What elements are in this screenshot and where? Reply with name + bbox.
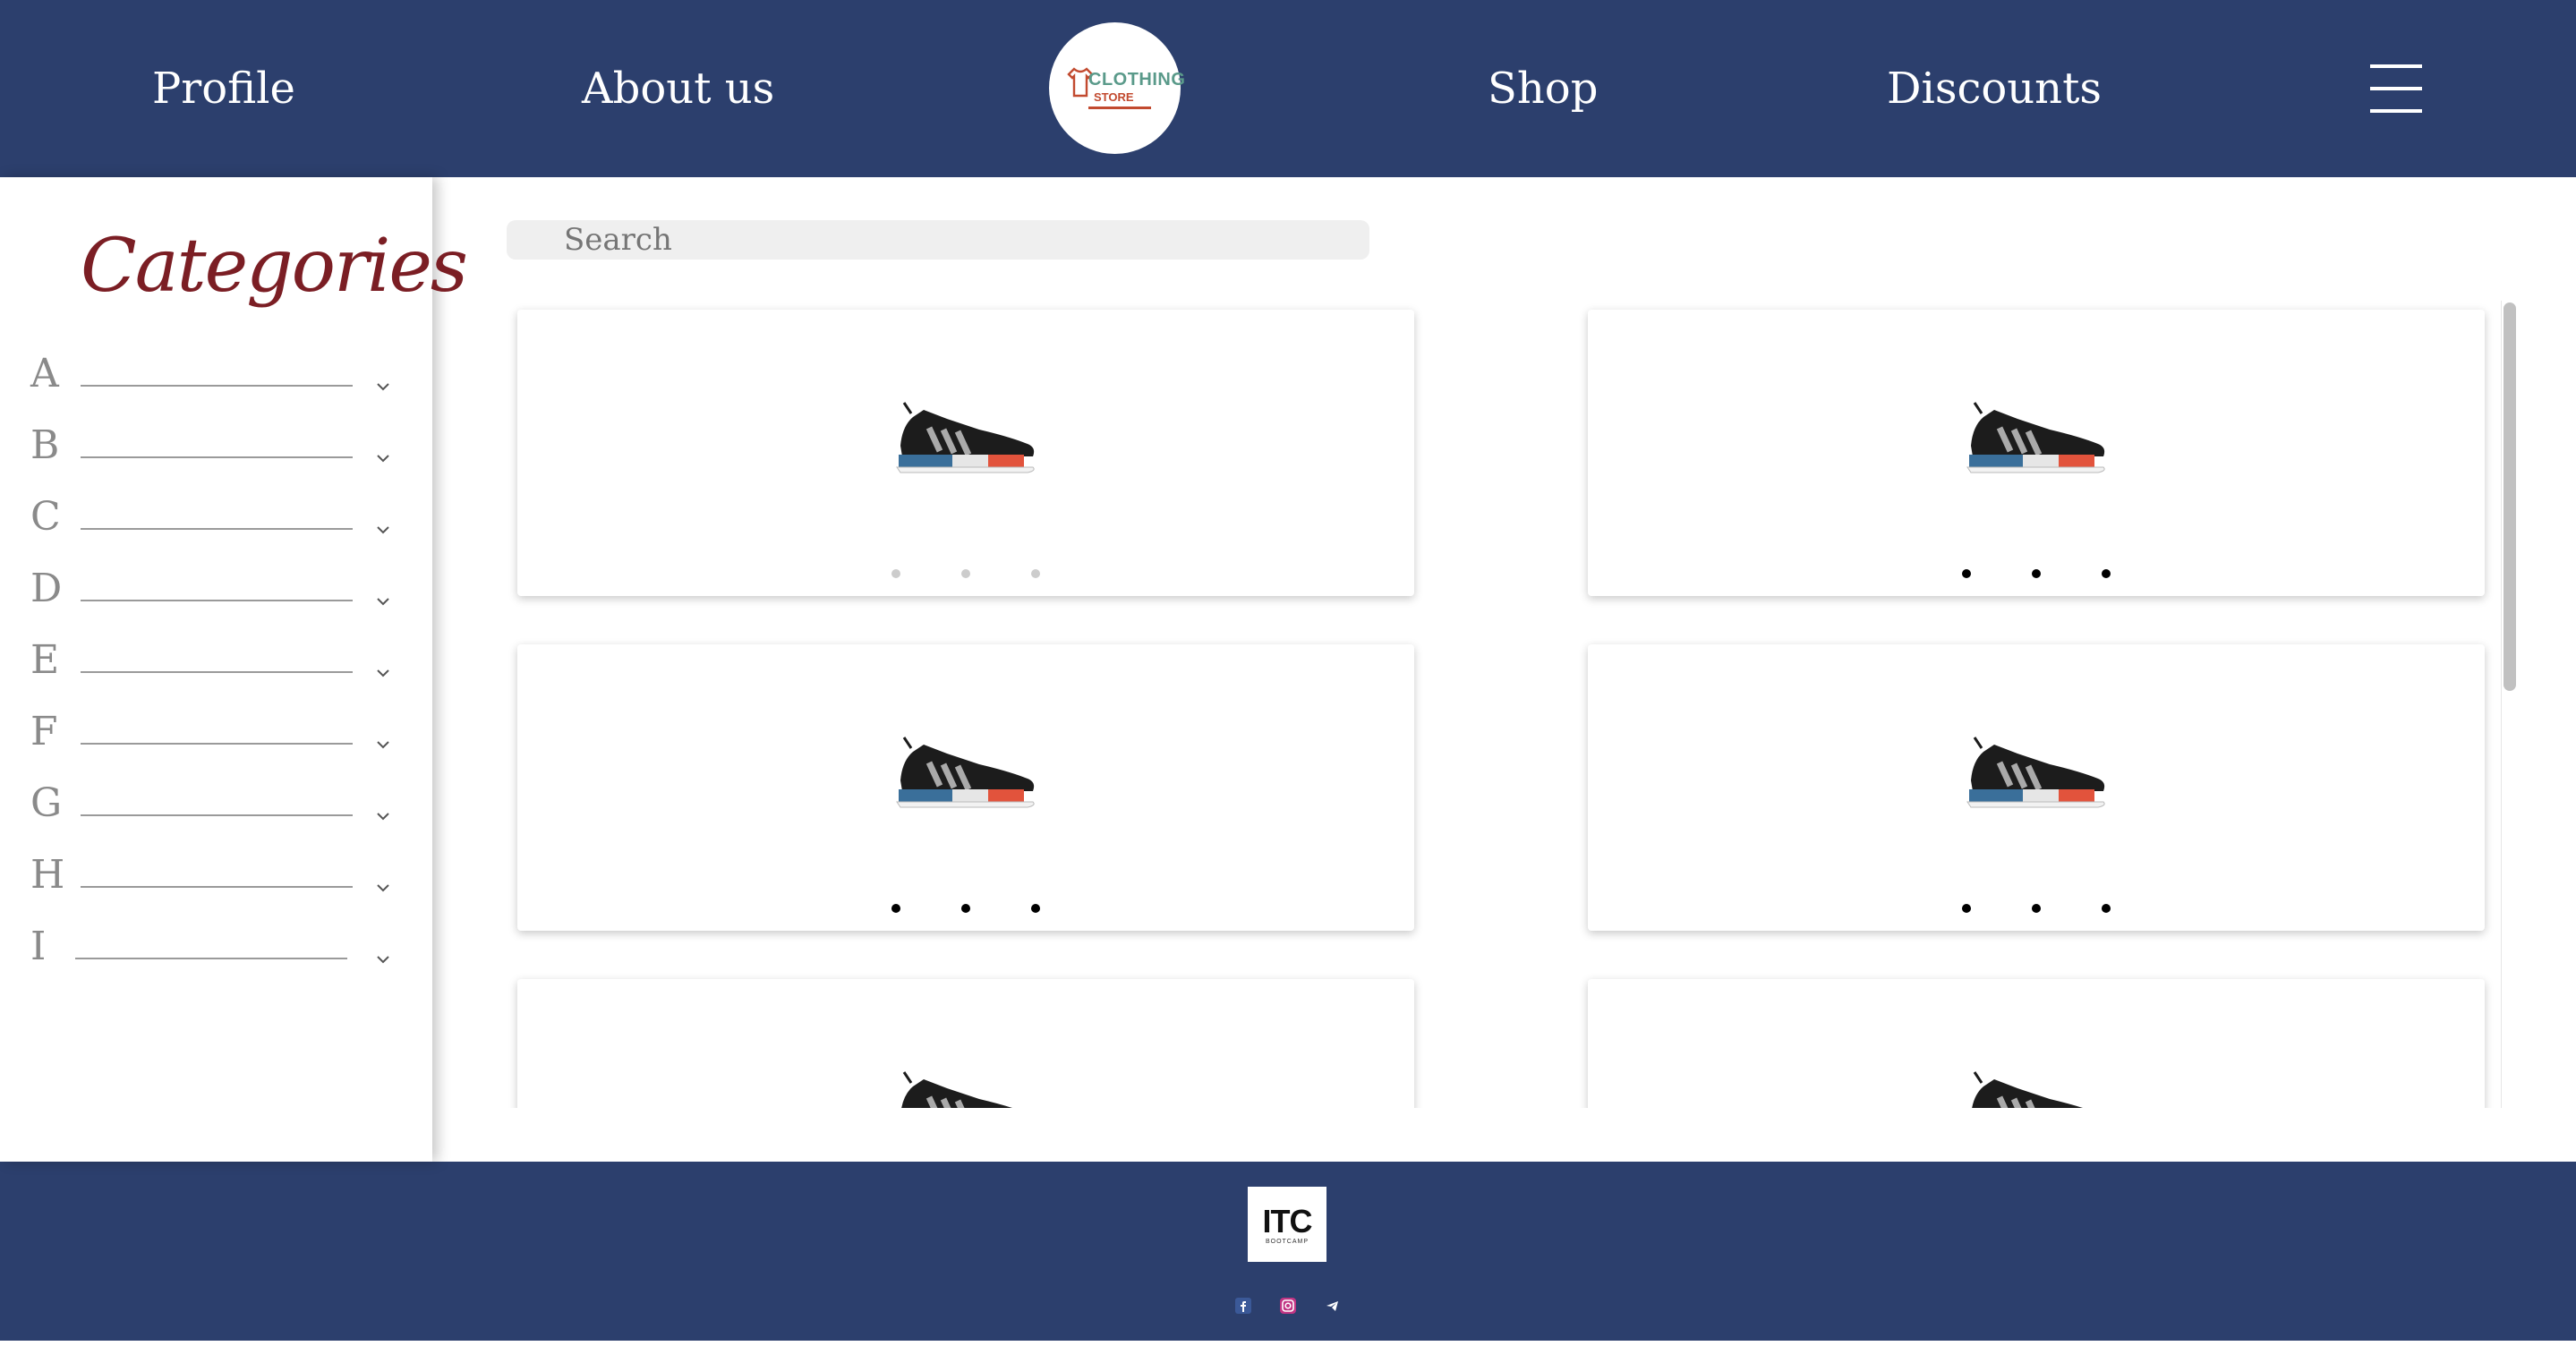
category-label: A — [30, 351, 59, 396]
search-input[interactable] — [507, 220, 1369, 260]
category-label: G — [30, 780, 63, 826]
sneaker-image — [901, 1071, 1013, 1108]
sneaker-image — [896, 737, 1035, 808]
product-card[interactable] — [517, 644, 1414, 931]
carousel-dot[interactable] — [961, 904, 970, 913]
telegram-icon[interactable] — [1325, 1298, 1341, 1314]
carousel-dot[interactable] — [891, 904, 900, 913]
carousel-dot[interactable] — [891, 569, 900, 578]
category-divider — [81, 600, 353, 601]
carousel-dot[interactable] — [2032, 904, 2041, 913]
categories-sidebar: Categories A B C D E F G H I — [0, 177, 468, 1162]
category-item-a[interactable]: A — [0, 351, 432, 413]
category-item-c[interactable]: C — [0, 494, 432, 557]
facebook-icon[interactable] — [1235, 1298, 1251, 1314]
category-divider — [81, 743, 353, 745]
itc-logo-title: ITC — [1262, 1203, 1313, 1240]
product-grid — [507, 301, 2501, 1108]
category-label: F — [30, 709, 58, 754]
category-label: H — [30, 852, 65, 898]
nav-shop-link[interactable]: Shop — [1488, 57, 1598, 120]
hamburger-icon[interactable] — [2370, 64, 2422, 113]
category-label: I — [30, 924, 47, 969]
category-divider — [81, 528, 353, 530]
logo-line-1: CLOTHING — [1088, 70, 1186, 89]
chevron-down-icon[interactable] — [374, 378, 392, 396]
sneaker-image — [1966, 402, 2105, 473]
sneaker-image — [1972, 1071, 2084, 1108]
logo-underline — [1088, 106, 1151, 109]
footer: ITC BOOTCAMP — [0, 1162, 2576, 1341]
category-label: E — [30, 637, 60, 683]
category-item-d[interactable]: D — [0, 566, 432, 628]
nav-discounts-link[interactable]: Discounts — [1887, 57, 2102, 120]
itc-bootcamp-logo[interactable]: ITC BOOTCAMP — [1248, 1187, 1326, 1262]
category-item-b[interactable]: B — [0, 422, 432, 485]
carousel-dot[interactable] — [2032, 569, 2041, 578]
product-card[interactable] — [1588, 310, 2485, 596]
category-divider — [81, 886, 353, 888]
carousel-dots — [1588, 904, 2485, 915]
chevron-down-icon[interactable] — [374, 879, 392, 897]
category-label: B — [30, 422, 60, 468]
category-divider — [81, 814, 353, 816]
product-card[interactable] — [517, 310, 1414, 596]
sneaker-image — [896, 402, 1035, 473]
nav-about-link[interactable]: About us — [582, 57, 774, 120]
category-divider — [75, 958, 347, 959]
categories-title: Categories — [81, 224, 468, 309]
chevron-down-icon[interactable] — [374, 807, 392, 825]
top-navbar: Profile About us CLOTHING STORE Shop Dis… — [0, 0, 2576, 177]
carousel-dot[interactable] — [2102, 904, 2111, 913]
chevron-down-icon[interactable] — [374, 521, 392, 539]
category-divider — [81, 456, 353, 458]
itc-logo-subtitle: BOOTCAMP — [1265, 1239, 1309, 1245]
chevron-down-icon[interactable] — [374, 664, 392, 682]
nav-profile-link[interactable]: Profile — [152, 57, 295, 120]
carousel-dot[interactable] — [1031, 904, 1040, 913]
carousel-dot[interactable] — [961, 569, 970, 578]
product-card[interactable] — [517, 979, 1414, 1108]
category-item-f[interactable]: F — [0, 709, 432, 771]
instagram-icon[interactable] — [1280, 1298, 1296, 1314]
category-item-e[interactable]: E — [0, 637, 432, 700]
scrollbar-thumb[interactable] — [2503, 302, 2516, 691]
category-item-h[interactable]: H — [0, 852, 432, 915]
chevron-down-icon[interactable] — [374, 950, 392, 968]
category-divider — [81, 671, 353, 673]
product-card[interactable] — [1588, 979, 2485, 1108]
carousel-dots — [517, 569, 1414, 580]
product-card[interactable] — [1588, 644, 2485, 931]
carousel-dot[interactable] — [1962, 569, 1971, 578]
sneaker-image — [1966, 737, 2105, 808]
chevron-down-icon[interactable] — [374, 592, 392, 610]
carousel-dots — [517, 904, 1414, 915]
chevron-down-icon[interactable] — [374, 736, 392, 754]
category-divider — [81, 385, 353, 387]
store-logo[interactable]: CLOTHING STORE — [1049, 22, 1185, 154]
category-label: C — [30, 494, 61, 540]
carousel-dot[interactable] — [2102, 569, 2111, 578]
carousel-dot[interactable] — [1962, 904, 1971, 913]
category-item-g[interactable]: G — [0, 780, 432, 843]
category-label: D — [30, 566, 63, 611]
category-item-i[interactable]: I — [0, 924, 432, 986]
logo-line-2: STORE — [1094, 90, 1134, 104]
chevron-down-icon[interactable] — [374, 449, 392, 467]
carousel-dots — [1588, 569, 2485, 580]
carousel-dot[interactable] — [1031, 569, 1040, 578]
